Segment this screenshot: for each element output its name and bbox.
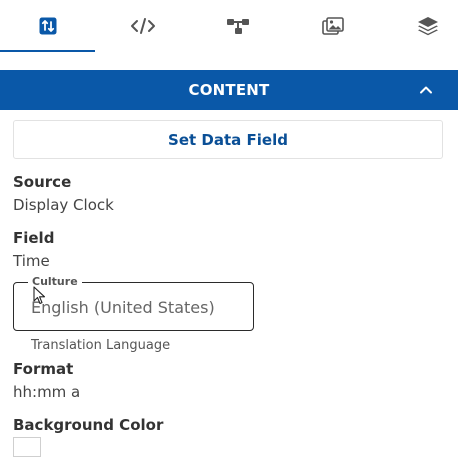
culture-select[interactable]: Culture English (United States) (13, 275, 254, 331)
format-label: Format (13, 360, 74, 378)
tab-structure[interactable] (190, 0, 285, 52)
chevron-up-icon[interactable] (418, 82, 434, 98)
culture-label: Culture (28, 275, 82, 288)
set-data-field-button[interactable]: Set Data Field (13, 120, 443, 159)
source-label: Source (13, 173, 72, 191)
sitemap-icon (226, 19, 249, 34)
sort-arrows-icon (39, 17, 56, 35)
tab-code[interactable] (95, 0, 190, 52)
images-icon (321, 17, 344, 35)
culture-value: English (United States) (31, 298, 215, 317)
tab-content[interactable] (0, 0, 95, 52)
section-title: CONTENT (188, 81, 270, 99)
background-color-swatch[interactable] (13, 437, 41, 457)
field-label: Field (13, 229, 55, 247)
tab-media[interactable] (285, 0, 380, 52)
code-icon (130, 18, 155, 34)
culture-helper-text: Translation Language (31, 338, 171, 353)
active-tab-indicator (0, 50, 95, 52)
tab-layers[interactable] (380, 0, 458, 52)
format-value: hh:mm a (13, 383, 81, 401)
content-section-header[interactable]: CONTENT (0, 70, 458, 110)
property-tabs (0, 0, 458, 52)
layers-icon (417, 17, 438, 36)
source-value: Display Clock (13, 196, 114, 214)
background-color-label: Background Color (13, 416, 164, 434)
field-value: Time (13, 252, 50, 270)
